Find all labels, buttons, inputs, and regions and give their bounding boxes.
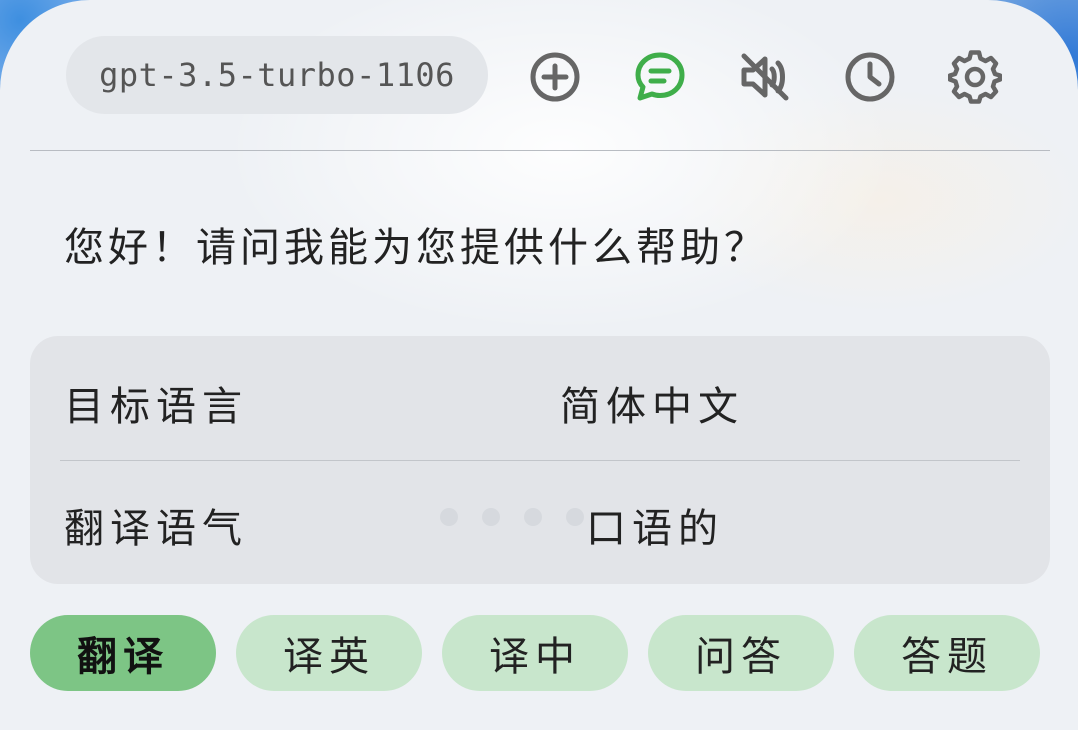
page-dot [482, 508, 500, 526]
page-dot [524, 508, 542, 526]
history-button[interactable] [843, 50, 897, 104]
page-indicator [440, 508, 584, 526]
setting-value[interactable]: 口语的 [586, 496, 724, 554]
history-clock-icon [845, 52, 895, 102]
mode-button-answer[interactable]: 答题 [854, 615, 1040, 691]
model-name: gpt-3.5-turbo-1106 [99, 56, 455, 94]
header-divider [30, 150, 1050, 151]
settings-button[interactable] [948, 50, 1002, 104]
chat-bubble-icon [635, 52, 685, 101]
top-toolbar: gpt-3.5-turbo-1106 [0, 0, 1078, 150]
card-divider [60, 460, 1020, 461]
setting-value[interactable]: 简体中文 [560, 374, 744, 432]
chat-mode-button[interactable] [633, 50, 687, 104]
mute-button[interactable] [738, 50, 792, 104]
add-circle-icon [530, 52, 580, 102]
translation-settings-card: 目标语言 简体中文 翻译语气 口语的 [30, 336, 1050, 584]
assistant-panel: gpt-3.5-turbo-1106 您好！请问我能为您提供什么帮助？ 目标语言… [0, 0, 1078, 730]
mode-button-qa[interactable]: 问答 [648, 615, 834, 691]
model-selector[interactable]: gpt-3.5-turbo-1106 [66, 36, 488, 114]
settings-gear-icon [948, 50, 1002, 104]
mute-icon [741, 53, 789, 101]
mode-button-translate[interactable]: 翻译 [30, 615, 216, 691]
page-dot [440, 508, 458, 526]
page-dot [566, 508, 584, 526]
assistant-greeting: 您好！请问我能为您提供什么帮助？ [64, 225, 768, 271]
mode-button-to-chinese[interactable]: 译中 [442, 615, 628, 691]
setting-label: 翻译语气 [64, 506, 248, 552]
mode-button-to-english[interactable]: 译英 [236, 615, 422, 691]
new-chat-button[interactable] [528, 50, 582, 104]
setting-label: 目标语言 [64, 384, 248, 430]
